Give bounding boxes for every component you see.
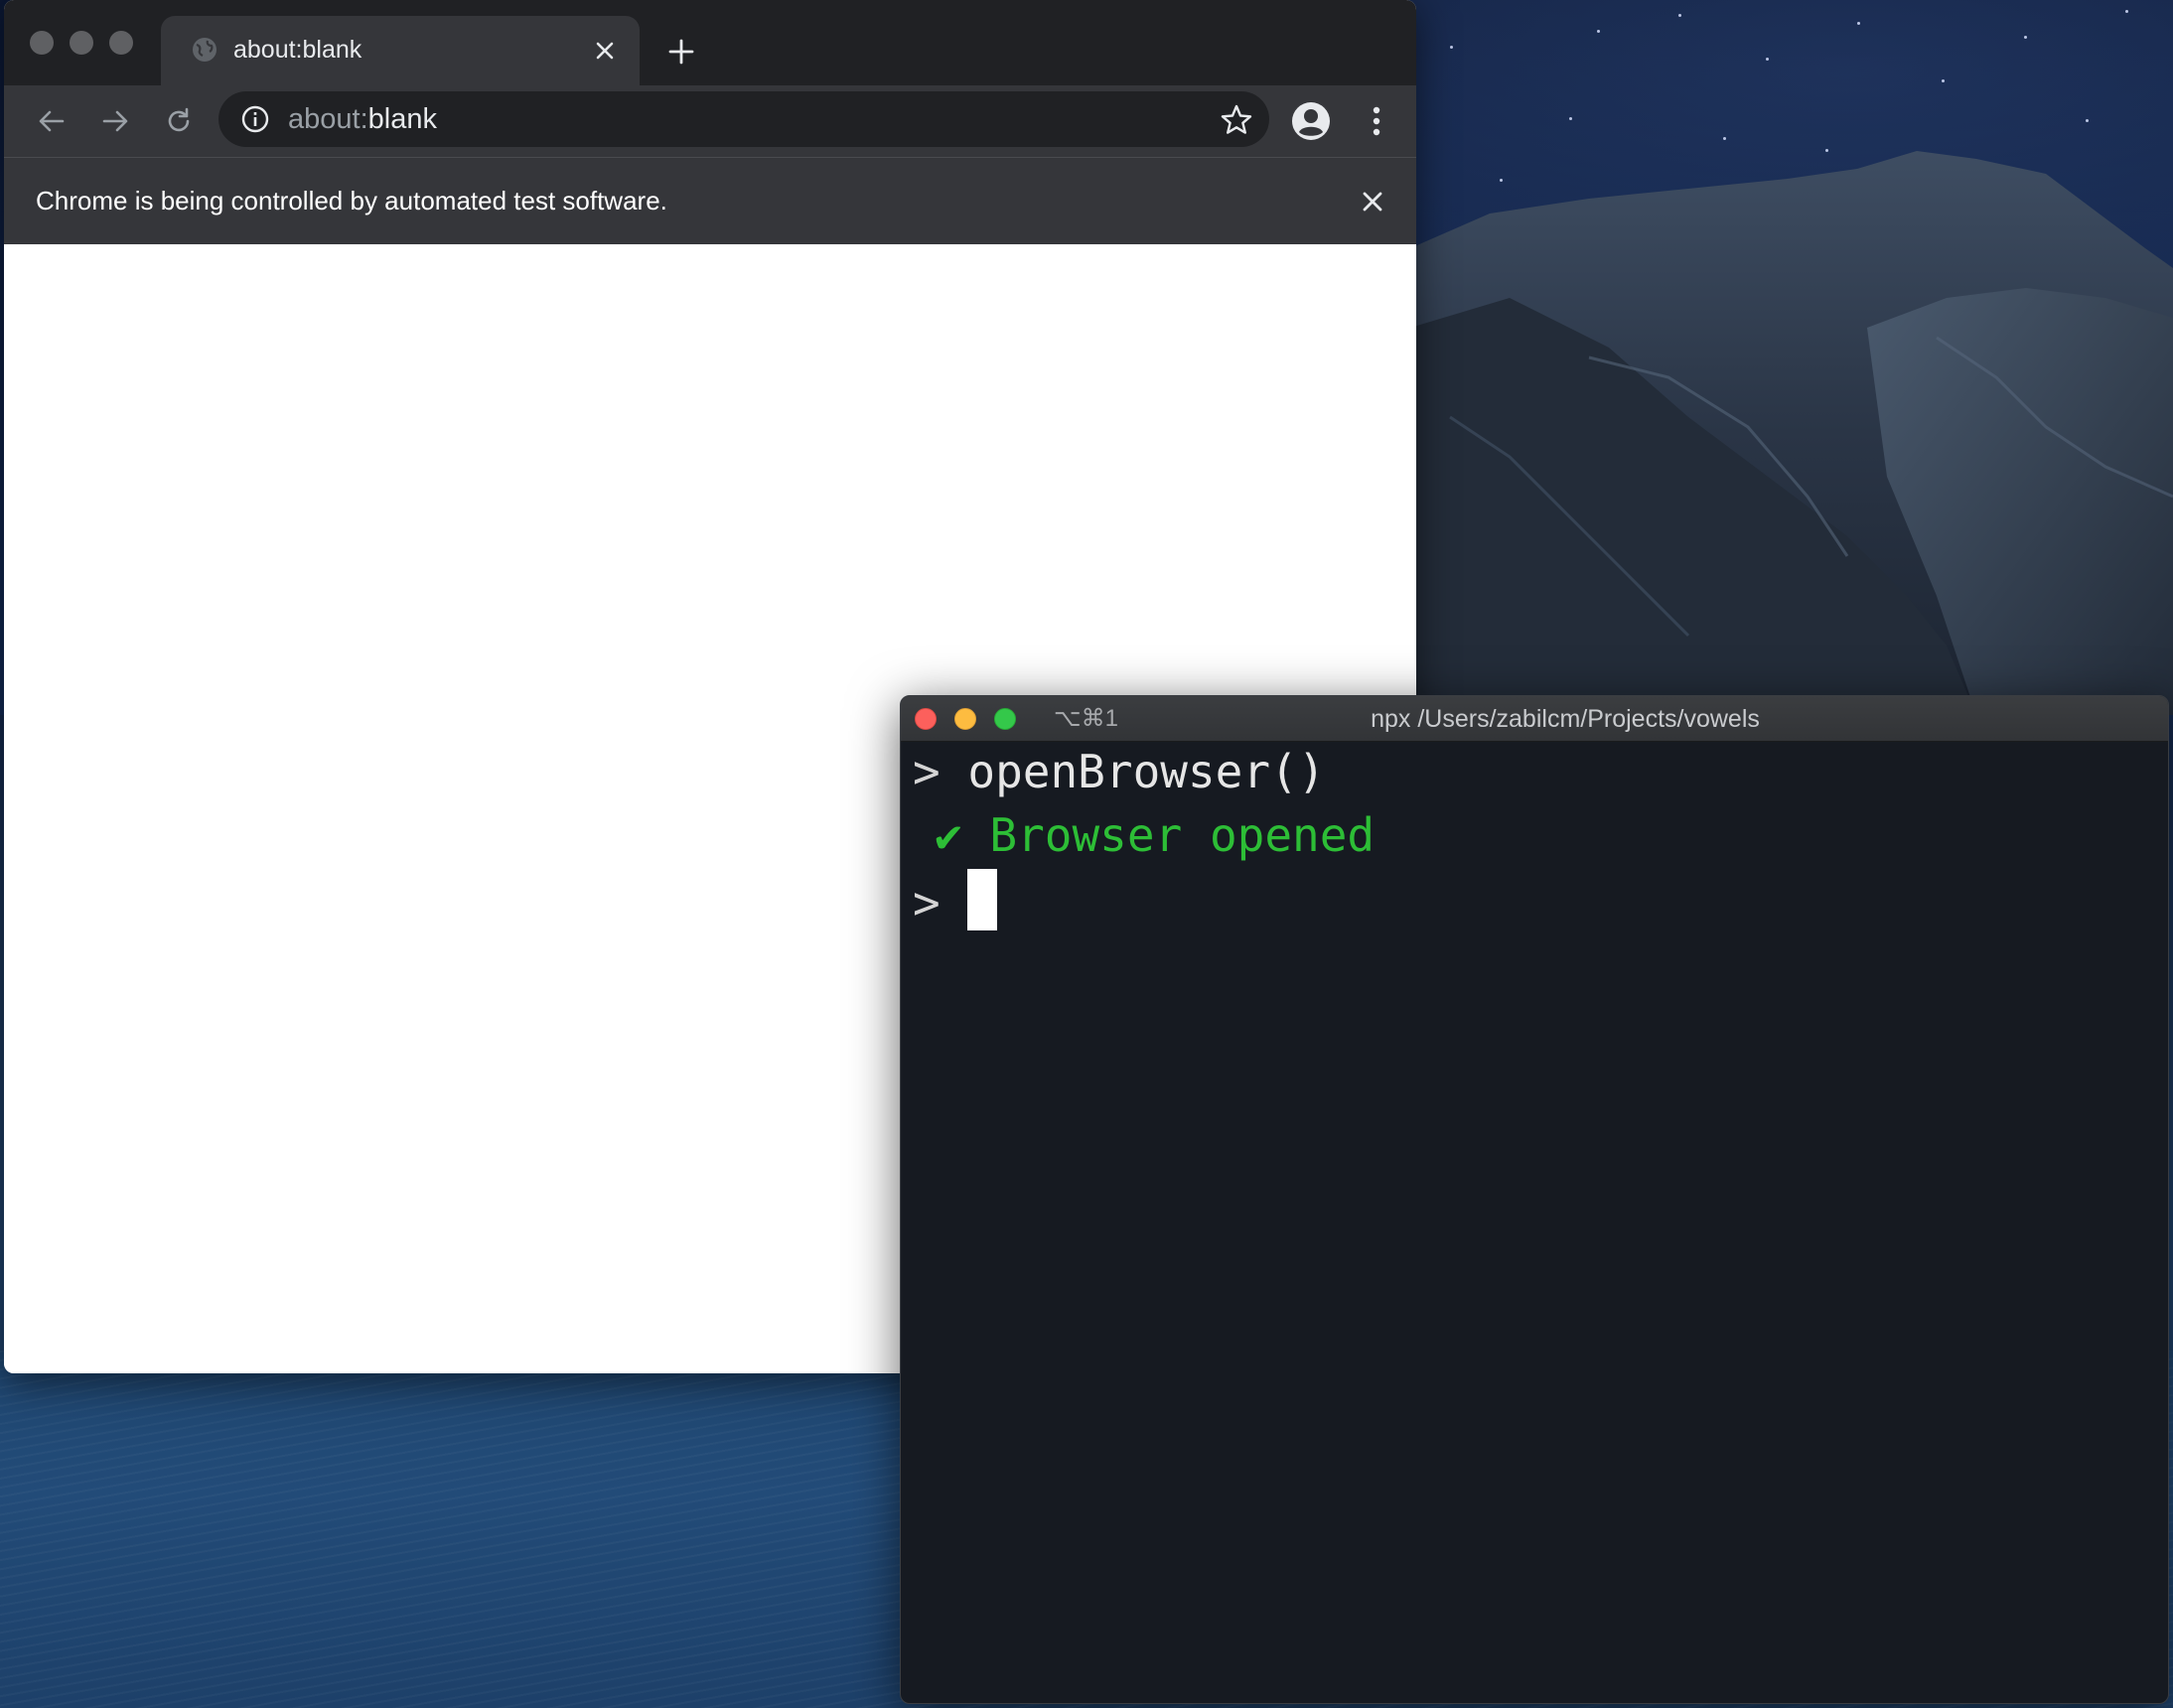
- result-line: ✔ Browser opened: [935, 807, 1375, 863]
- close-icon[interactable]: [588, 34, 622, 68]
- checkmark-icon: ✔: [935, 808, 962, 862]
- terminal-title: npx /Users/zabilcm/Projects/vowels: [1371, 705, 1760, 733]
- plus-icon[interactable]: [661, 32, 701, 71]
- arrow-left-icon[interactable]: [32, 101, 72, 141]
- close-icon[interactable]: [1353, 182, 1392, 221]
- prompt-symbol: >: [913, 876, 941, 929]
- address-bar[interactable]: about:blank: [218, 91, 1269, 147]
- terminal-window: ⌥⌘1 npx /Users/zabilcm/Projects/vowels >…: [900, 695, 2169, 1704]
- prompt-symbol: >: [913, 745, 941, 798]
- chrome-tabstrip: about:blank: [4, 0, 1416, 85]
- url-host: blank: [367, 103, 437, 135]
- input-line[interactable]: >: [913, 869, 998, 930]
- result-text: Browser opened: [989, 808, 1376, 862]
- chrome-toolbar: about:blank: [4, 85, 1416, 157]
- command-text: openBrowser(): [967, 745, 1326, 798]
- terminal-output[interactable]: > openBrowser() ✔ Browser opened >: [901, 742, 2168, 1703]
- info-icon[interactable]: [240, 104, 270, 134]
- command-line: > openBrowser(): [913, 744, 1325, 799]
- account-circle-icon[interactable]: [1291, 101, 1331, 141]
- infobar-message: Chrome is being controlled by automated …: [36, 186, 667, 215]
- tab-title: about:blank: [233, 36, 362, 64]
- window-minimize-button[interactable]: [70, 31, 93, 55]
- more-vert-icon[interactable]: [1357, 101, 1396, 141]
- window-zoom-button[interactable]: [109, 31, 133, 55]
- globe-icon: [193, 38, 217, 62]
- browser-tab[interactable]: about:blank: [161, 16, 640, 85]
- terminal-titlebar: ⌥⌘1 npx /Users/zabilcm/Projects/vowels: [901, 696, 2168, 742]
- reload-icon[interactable]: [159, 101, 199, 141]
- automation-infobar: Chrome is being controlled by automated …: [4, 157, 1416, 244]
- arrow-right-icon[interactable]: [95, 101, 135, 141]
- url-text[interactable]: about:blank: [288, 102, 437, 136]
- window-close-button[interactable]: [30, 31, 54, 55]
- text-cursor: [967, 869, 998, 930]
- star-icon[interactable]: [1220, 103, 1253, 137]
- desktop: about:blank about:blank Chrome is being …: [0, 0, 2173, 1708]
- url-scheme: about:: [288, 103, 368, 135]
